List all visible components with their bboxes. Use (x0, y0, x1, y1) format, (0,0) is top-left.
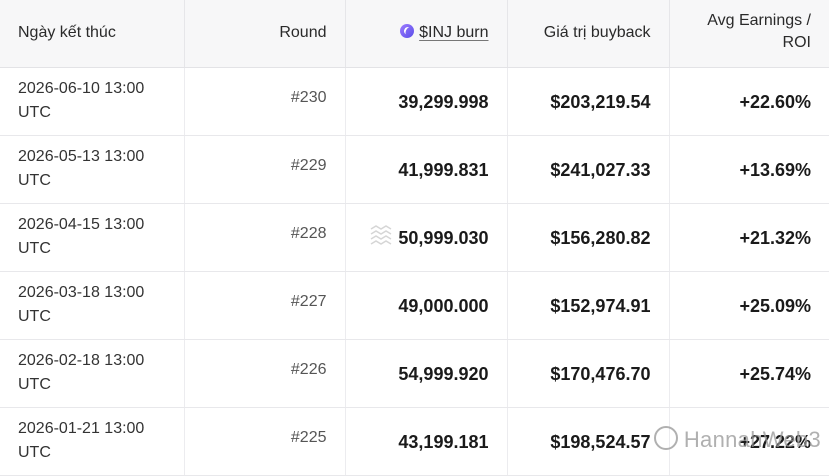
cell-roi: +25.74% (669, 339, 829, 408)
timezone-text: UTC (18, 171, 51, 189)
cell-round: #227 (184, 271, 346, 340)
cell-inj-burn: 54,999.920 (345, 339, 508, 408)
header-roi-line1: Avg Earnings / (707, 12, 811, 29)
cell-buyback-value: $156,280.82 (507, 203, 670, 272)
cell-buyback-value: $198,524.57 (507, 407, 670, 476)
cell-end-date: 2026-03-18 13:00 UTC (0, 271, 185, 340)
stamp-icon (370, 225, 392, 245)
table-row: 2026-04-15 13:00 UTC #228 50,999.030 $156… (0, 203, 829, 272)
date-text: 2026-01-21 13:00 (18, 419, 145, 437)
date-text: 2026-03-18 13:00 (18, 283, 145, 301)
timezone-text: UTC (18, 103, 51, 121)
header-avg-earnings-roi[interactable]: Avg Earnings / ROI (669, 0, 829, 68)
timezone-text: UTC (18, 443, 51, 461)
cell-round: #226 (184, 339, 346, 408)
cell-buyback-value: $203,219.54 (507, 67, 670, 136)
header-end-date[interactable]: Ngày kết thúc (0, 0, 185, 68)
date-text: 2026-05-13 13:00 (18, 147, 145, 165)
table-row: 2026-02-18 13:00 UTC #226 54,999.920 $170… (0, 339, 829, 408)
cell-end-date: 2026-06-10 13:00 UTC (0, 67, 185, 136)
cell-inj-burn: 49,000.000 (345, 271, 508, 340)
cell-roi: +21.32% (669, 203, 829, 272)
date-text: 2026-06-10 13:00 (18, 79, 145, 97)
cell-round: #229 (184, 135, 346, 204)
cell-end-date: 2026-05-13 13:00 UTC (0, 135, 185, 204)
table-row: 2026-06-10 13:00 UTC #230 39,299.998 $203… (0, 67, 829, 136)
inj-token-icon (400, 24, 415, 39)
timezone-text: UTC (18, 307, 51, 325)
cell-inj-burn: 41,999.831 (345, 135, 508, 204)
cell-end-date: 2026-04-15 13:00 UTC (0, 203, 185, 272)
inj-burn-label[interactable]: $INJ burn (419, 24, 488, 41)
table-row: 2026-05-13 13:00 UTC #229 41,999.831 $241… (0, 135, 829, 204)
header-buyback-value[interactable]: Giá trị buyback (507, 0, 670, 68)
cell-roi: +25.09% (669, 271, 829, 340)
cell-round: #228 (184, 203, 346, 272)
table-row: 2026-03-18 13:00 UTC #227 49,000.000 $152… (0, 271, 829, 340)
cell-round: #230 (184, 67, 346, 136)
cell-buyback-value: $152,974.91 (507, 271, 670, 340)
table-header-row: Ngày kết thúc Round $INJ burn Giá trị bu… (0, 0, 829, 68)
cell-roi: +22.60% (669, 67, 829, 136)
cell-buyback-value: $170,476.70 (507, 339, 670, 408)
timezone-text: UTC (18, 375, 51, 393)
timezone-text: UTC (18, 239, 51, 257)
cell-round: #225 (184, 407, 346, 476)
header-roi-line2: ROI (782, 34, 811, 51)
cell-inj-burn: 43,199.181 (345, 407, 508, 476)
cell-end-date: 2026-01-21 13:00 UTC (0, 407, 185, 476)
buyback-table: Ngày kết thúc Round $INJ burn Giá trị bu… (0, 0, 829, 476)
cell-end-date: 2026-02-18 13:00 UTC (0, 339, 185, 408)
cell-roi: +13.69% (669, 135, 829, 204)
watermark-text: HannahWeb3 (683, 427, 821, 452)
watermark: HannahWeb3 (653, 426, 821, 453)
date-text: 2026-04-15 13:00 (18, 215, 145, 233)
header-round[interactable]: Round (184, 0, 346, 68)
watermark-logo-icon (653, 426, 678, 450)
header-inj-burn[interactable]: $INJ burn (345, 0, 508, 68)
cell-buyback-value: $241,027.33 (507, 135, 670, 204)
date-text: 2026-02-18 13:00 (18, 351, 145, 369)
cell-inj-burn: 39,299.998 (345, 67, 508, 136)
